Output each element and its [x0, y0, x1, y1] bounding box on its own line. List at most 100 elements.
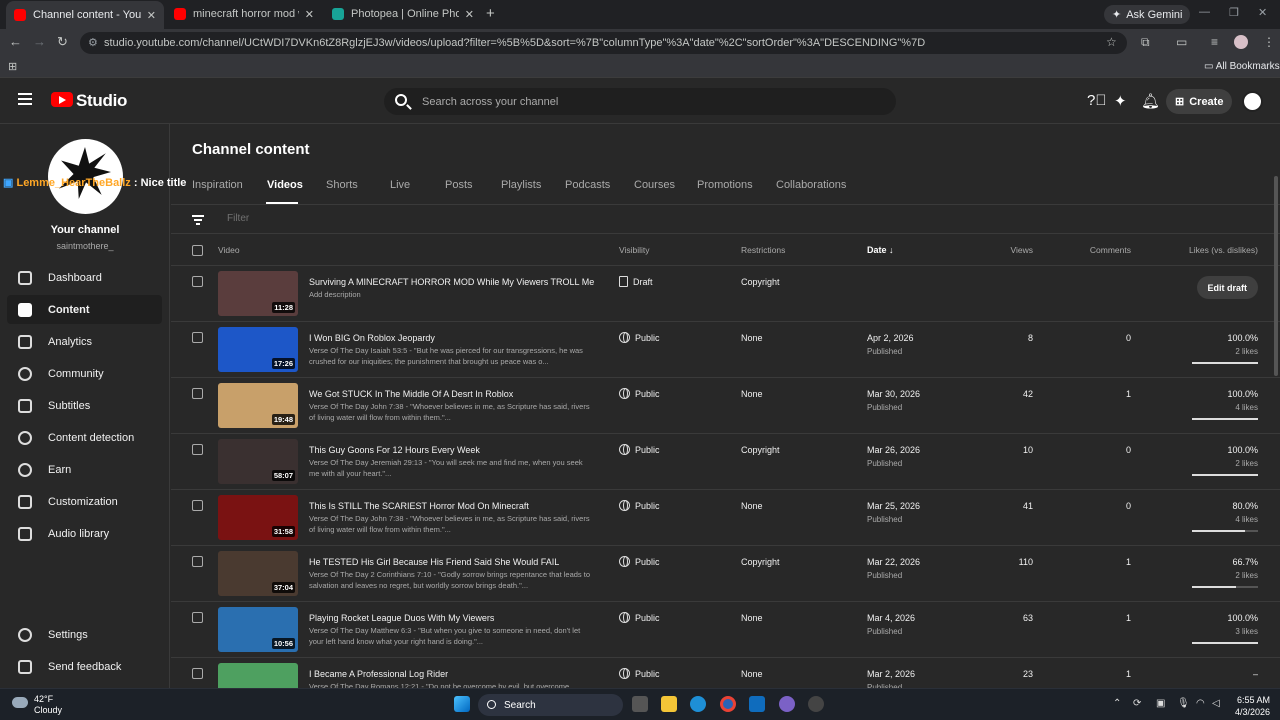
column-header-views[interactable]: Views: [1010, 245, 1033, 255]
address-bar[interactable]: ⚙ studio.youtube.com/channel/UCtWDI7DVKn…: [80, 32, 1127, 54]
video-title[interactable]: I Won BIG On Roblox Jeopardy: [309, 333, 435, 343]
tab-courses[interactable]: Courses: [634, 179, 675, 191]
wifi-icon[interactable]: ◠: [1196, 698, 1205, 709]
sidebar-item-settings[interactable]: Settings: [7, 620, 162, 649]
visibility-cell[interactable]: Public: [619, 668, 660, 679]
youtube-logo-icon[interactable]: [51, 92, 73, 107]
table-row[interactable]: I Became A Professional Log Rider Verse O…: [171, 658, 1280, 688]
filter-input[interactable]: Filter: [227, 213, 249, 224]
file-explorer-icon[interactable]: [661, 696, 677, 712]
tab-inspiration[interactable]: Inspiration: [192, 179, 243, 191]
taskbar-search[interactable]: Search: [478, 694, 623, 716]
table-row[interactable]: 10:56 Playing Rocket League Duos With My …: [171, 602, 1280, 658]
tab-videos[interactable]: Videos: [267, 179, 303, 191]
row-checkbox[interactable]: [192, 500, 203, 511]
tab-collaborations[interactable]: Collaborations: [776, 179, 846, 191]
video-title[interactable]: Playing Rocket League Duos With My Viewe…: [309, 613, 494, 623]
tray-app-icon[interactable]: ▣: [1156, 698, 1165, 709]
row-checkbox[interactable]: [192, 668, 203, 679]
row-checkbox[interactable]: [192, 388, 203, 399]
back-icon[interactable]: ←: [9, 34, 22, 49]
visibility-cell[interactable]: Public: [619, 556, 660, 567]
menu-icon[interactable]: ⋮: [1263, 35, 1275, 49]
restore-icon[interactable]: ❐: [1229, 6, 1239, 19]
close-window-icon[interactable]: ✕: [1258, 6, 1267, 19]
profile-avatar[interactable]: [1234, 35, 1248, 49]
tab-promotions[interactable]: Promotions: [697, 179, 753, 191]
sidebar-item-community[interactable]: Community: [7, 359, 162, 388]
visibility-cell[interactable]: Public: [619, 500, 660, 511]
filter-icon[interactable]: [192, 215, 204, 225]
apps-icon[interactable]: ⊞: [8, 60, 17, 73]
tab-shorts[interactable]: Shorts: [326, 179, 358, 191]
row-checkbox[interactable]: [192, 556, 203, 567]
close-tab-icon[interactable]: ✕: [305, 8, 314, 21]
sidebar-item-send-feedback[interactable]: Send feedback: [7, 652, 162, 681]
column-header-comments[interactable]: Comments: [1090, 245, 1131, 255]
table-row[interactable]: 31:58 This Is STILL The SCARIEST Horror M…: [171, 490, 1280, 546]
reload-icon[interactable]: ↻: [57, 34, 68, 50]
tab-posts[interactable]: Posts: [445, 179, 473, 191]
site-info-icon[interactable]: ⚙: [88, 36, 98, 49]
select-all-checkbox[interactable]: [192, 245, 203, 256]
all-bookmarks-button[interactable]: ▭ All Bookmarks: [1204, 61, 1280, 72]
row-checkbox[interactable]: [192, 332, 203, 343]
row-checkbox[interactable]: [192, 276, 203, 287]
create-button[interactable]: ⊞ Create: [1166, 89, 1233, 114]
browser-tab-minecraft[interactable]: minecraft horror mod with friends ✕: [166, 3, 322, 25]
table-row[interactable]: 17:26 I Won BIG On Roblox Jeopardy Verse O…: [171, 322, 1280, 378]
video-thumbnail[interactable]: 11:28: [218, 271, 298, 316]
sidebar-item-dashboard[interactable]: Dashboard: [7, 263, 162, 292]
video-thumbnail[interactable]: 10:56: [218, 607, 298, 652]
account-avatar[interactable]: [1242, 91, 1263, 112]
visibility-cell[interactable]: Public: [619, 444, 660, 455]
visibility-cell[interactable]: Public: [619, 388, 660, 399]
extensions-icon[interactable]: ⧉: [1141, 35, 1150, 50]
new-tab-button[interactable]: +: [486, 5, 495, 22]
video-title[interactable]: Surviving A MINECRAFT HORROR MOD While M…: [309, 277, 594, 287]
table-row[interactable]: 37:04 He TESTED His Girl Because His Frie…: [171, 546, 1280, 602]
table-row[interactable]: 58:07 This Guy Goons For 12 Hours Every W…: [171, 434, 1280, 490]
cast-icon[interactable]: ▭: [1176, 35, 1187, 49]
sidebar-item-content[interactable]: Content: [7, 295, 162, 324]
bookmark-star-icon[interactable]: ☆: [1106, 35, 1117, 49]
sidebar-item-customization[interactable]: Customization: [7, 487, 162, 516]
close-tab-icon[interactable]: ✕: [147, 9, 156, 22]
task-view-icon[interactable]: [632, 696, 648, 712]
tab-podcasts[interactable]: Podcasts: [565, 179, 610, 191]
video-title[interactable]: This Is STILL The SCARIEST Horror Mod On…: [309, 501, 529, 511]
row-checkbox[interactable]: [192, 444, 203, 455]
sidebar-item-subtitles[interactable]: Subtitles: [7, 391, 162, 420]
edit-draft-button[interactable]: Edit draft: [1196, 276, 1258, 299]
sidebar-item-content-detection[interactable]: Content detection: [7, 423, 162, 452]
video-thumbnail[interactable]: 17:26: [218, 327, 298, 372]
visibility-cell[interactable]: Draft: [619, 276, 653, 287]
ask-gemini-button[interactable]: ✦ Ask Gemini: [1104, 5, 1191, 24]
notifications-bell-icon[interactable]: 🔔︎: [1141, 92, 1160, 110]
video-title[interactable]: He TESTED His Girl Because His Friend Sa…: [309, 557, 559, 567]
table-row[interactable]: 11:28 Surviving A MINECRAFT HORROR MOD Wh…: [171, 266, 1280, 322]
tray-overflow-icon[interactable]: ⌃: [1113, 698, 1121, 709]
tab-live[interactable]: Live: [390, 179, 410, 191]
sidebar-item-earn[interactable]: Earn: [7, 455, 162, 484]
visibility-cell[interactable]: Public: [619, 332, 660, 343]
close-tab-icon[interactable]: ✕: [465, 8, 474, 21]
volume-icon[interactable]: ◁: [1212, 698, 1220, 709]
browser-tab-photopea[interactable]: Photopea | Online Photo Editor ✕: [324, 3, 482, 25]
row-checkbox[interactable]: [192, 612, 203, 623]
edge-icon[interactable]: [690, 696, 706, 712]
video-title[interactable]: I Became A Professional Log Rider: [309, 669, 448, 679]
windows-start-icon[interactable]: [454, 696, 470, 712]
video-thumbnail[interactable]: [218, 663, 298, 688]
tray-app-icon[interactable]: ⟳: [1133, 698, 1141, 709]
forward-icon[interactable]: →: [33, 34, 46, 49]
store-icon[interactable]: [749, 696, 765, 712]
help-icon[interactable]: ?⃝: [1087, 92, 1107, 109]
video-title[interactable]: We Got STUCK In The Middle Of A Desrt In…: [309, 389, 513, 399]
visibility-cell[interactable]: Public: [619, 612, 660, 623]
system-clock[interactable]: 6:55 AM 4/3/2026: [1226, 694, 1270, 718]
tab-playlists[interactable]: Playlists: [501, 179, 541, 191]
column-header-likes[interactable]: Likes (vs. dislikes): [1189, 245, 1258, 255]
minimize-icon[interactable]: —: [1199, 6, 1210, 18]
table-row[interactable]: 19:48 We Got STUCK In The Middle Of A Des…: [171, 378, 1280, 434]
